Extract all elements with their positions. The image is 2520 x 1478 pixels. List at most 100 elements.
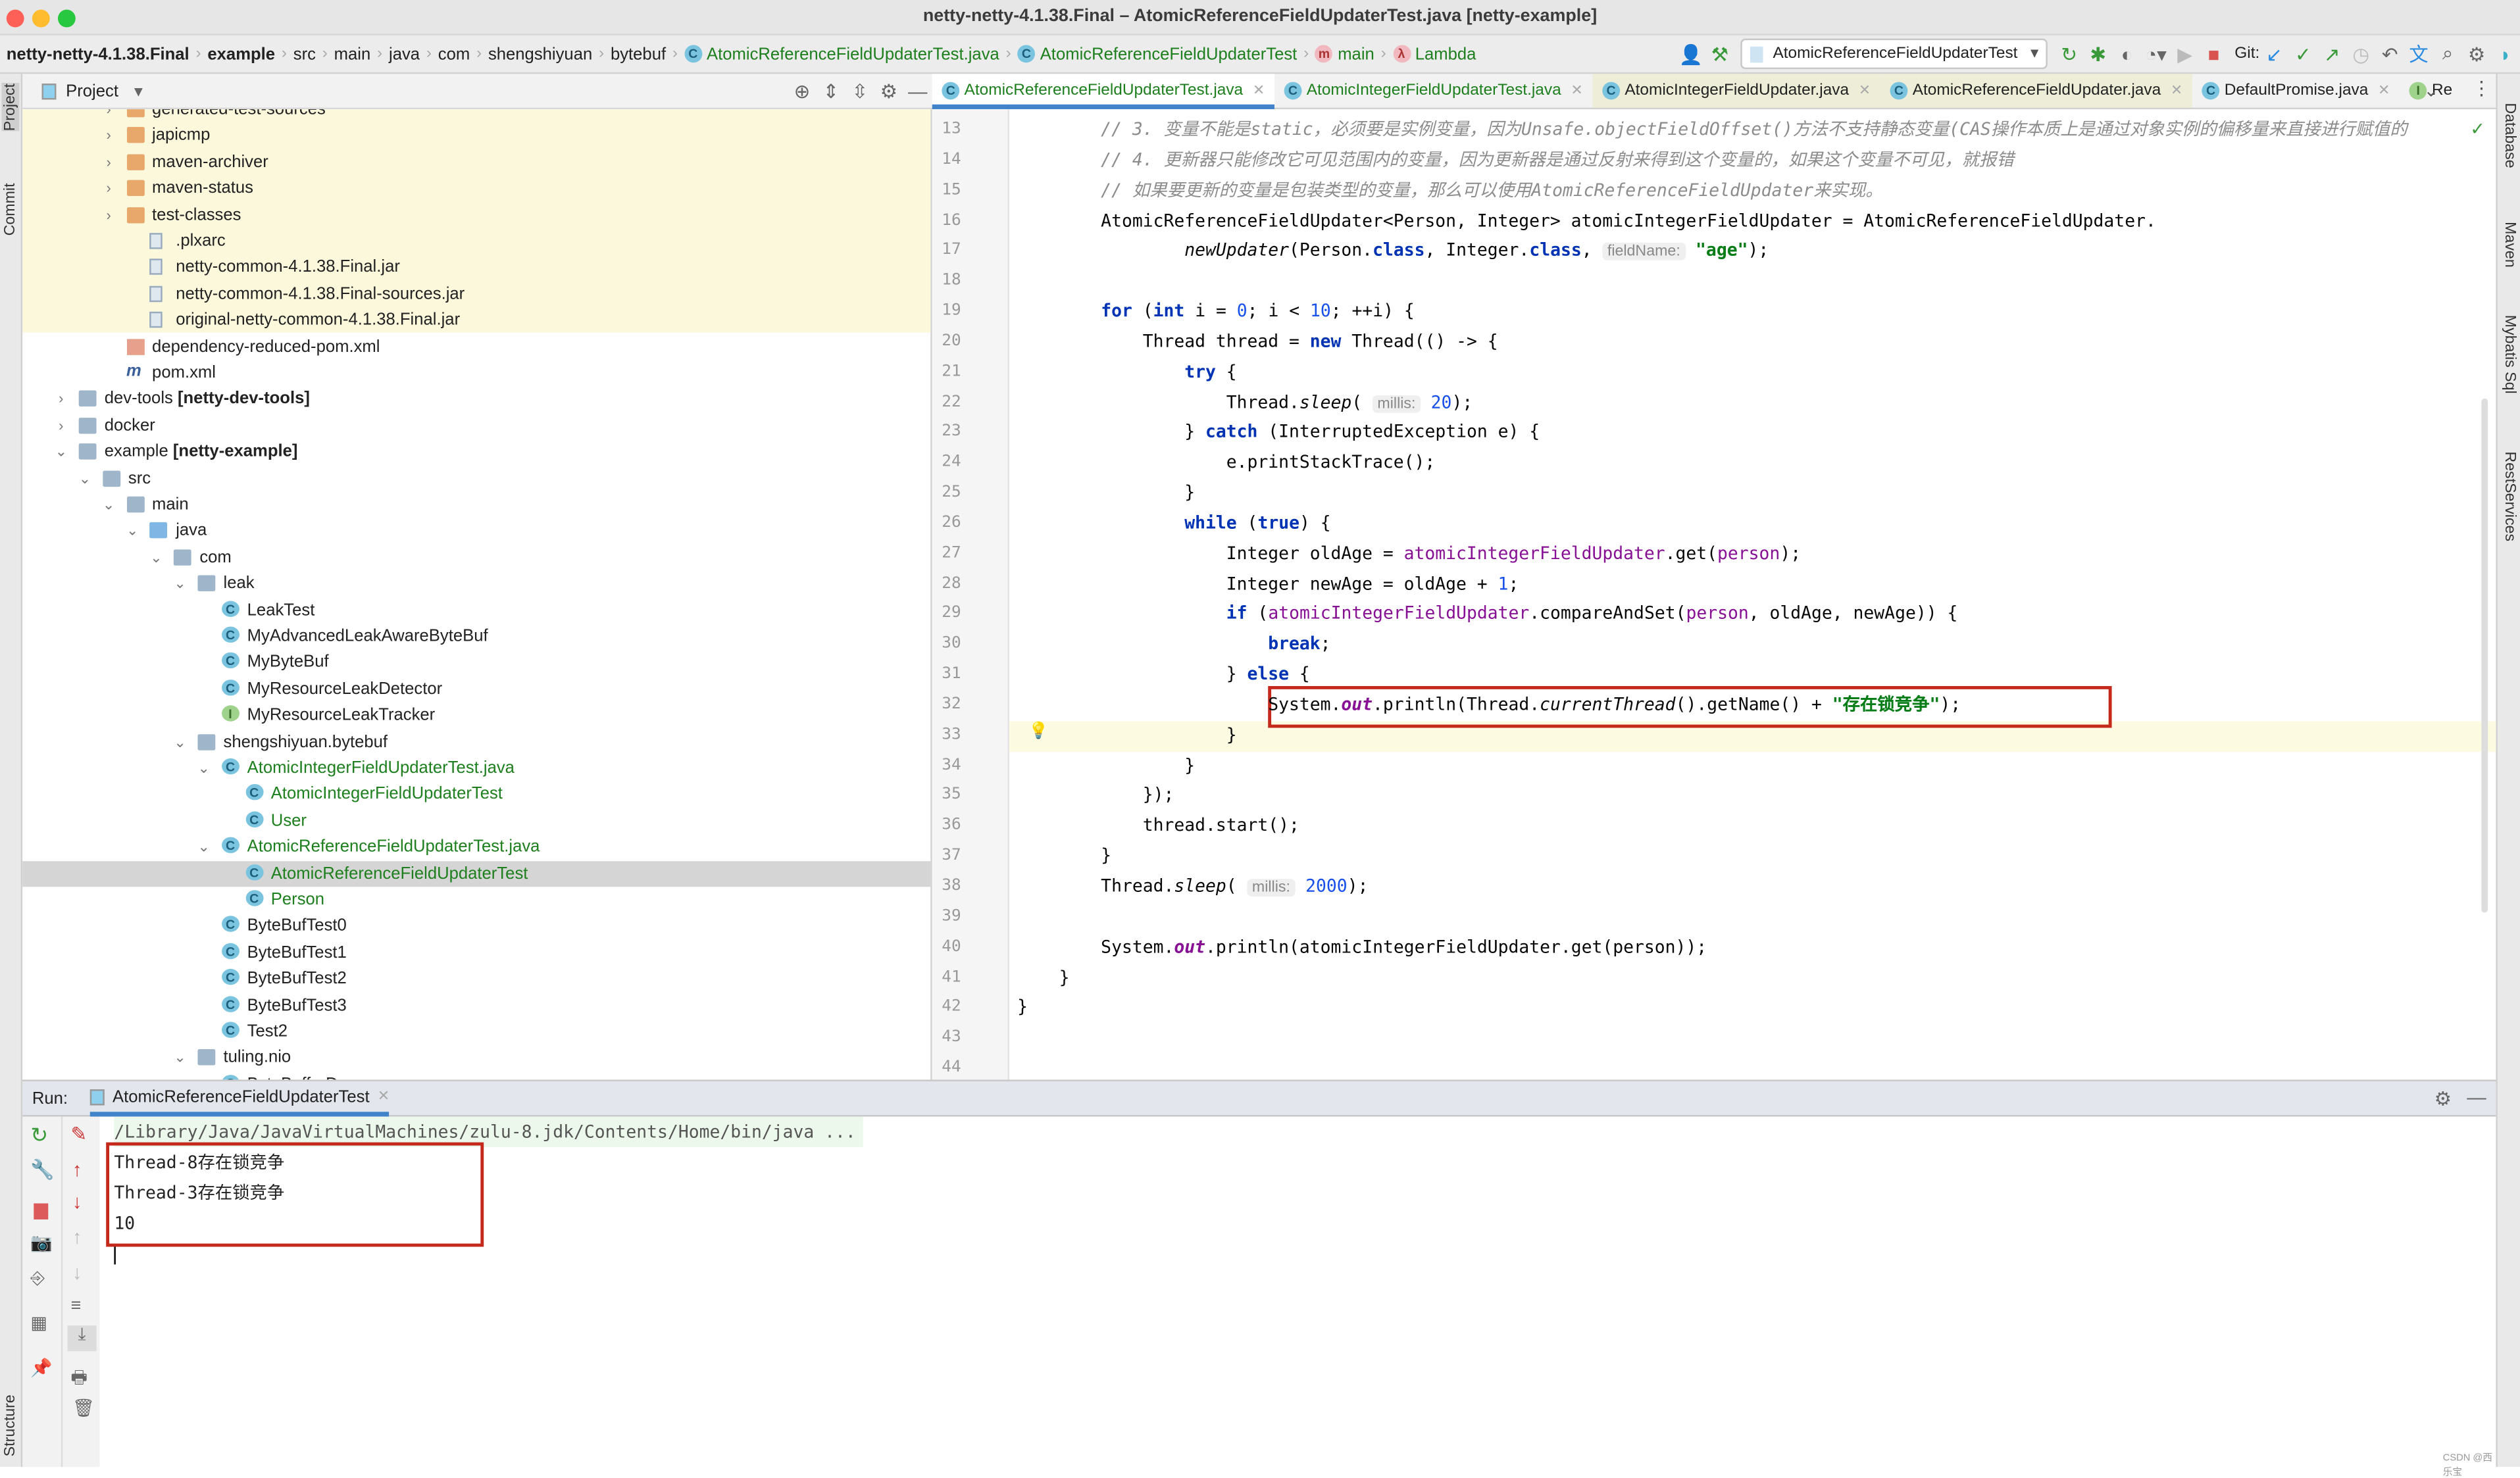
tree-item[interactable]: C LeakTest <box>22 597 930 624</box>
tree-item[interactable]: C ByteBufTest0 <box>22 913 930 939</box>
tree-item[interactable]: C Person <box>22 887 930 913</box>
editor-tab[interactable]: C AtomicReferenceFieldUpdater.java ✕ <box>1880 74 2192 108</box>
chevron-down-icon[interactable]: ⌄ <box>77 465 93 491</box>
editor-tab[interactable]: C AtomicIntegerFieldUpdater.java ✕ <box>1592 74 1880 108</box>
tree-item[interactable]: .plxarc <box>22 228 930 255</box>
tree-item[interactable]: › maven-status <box>22 176 930 202</box>
breadcrumb-bytebuf[interactable]: bytebuf <box>604 44 672 63</box>
tree-item[interactable]: C User <box>22 808 930 834</box>
tree-item[interactable]: ⌄ leak <box>22 571 930 597</box>
pin-icon[interactable]: 📌 <box>30 1358 52 1378</box>
stop-icon[interactable]: ■ <box>2200 43 2229 65</box>
tree-item[interactable]: m pom.xml <box>22 360 930 386</box>
tree-item[interactable]: C MyByteBuf <box>22 650 930 676</box>
tree-item[interactable]: netty-common-4.1.38.Final-sources.jar <box>22 281 930 307</box>
tree-item[interactable]: ⌄ tuling.nio <box>22 1045 930 1072</box>
scroll-down-icon[interactable]: ↓ <box>72 1261 82 1283</box>
plugin-logo-icon[interactable]: ◗ <box>2491 43 2520 65</box>
chevron-down-icon[interactable]: ▼ <box>132 83 146 99</box>
tree-item[interactable]: ⌄ example [netty-example] <box>22 439 930 465</box>
soft-wrap-icon[interactable]: ≡ <box>70 1296 81 1316</box>
chevron-down-icon[interactable]: ⌄ <box>172 729 188 755</box>
breadcrumb-src[interactable]: src <box>287 44 322 63</box>
tree-item[interactable]: dependency-reduced-pom.xml <box>22 333 930 360</box>
tab-list-chevron-icon[interactable]: ⌄ <box>2423 80 2438 101</box>
gear-icon[interactable]: ⚙ <box>2462 43 2491 65</box>
locate-file-icon[interactable]: ⊕ <box>788 80 817 102</box>
breadcrumb-project[interactable]: netty-netty-4.1.38.Final <box>0 44 195 63</box>
structure-tool-tab[interactable]: Structure <box>1 1394 19 1456</box>
editor-scrollbar[interactable] <box>2481 398 2488 913</box>
wrench-icon[interactable]: 🔧 <box>30 1158 55 1181</box>
hide-panel-icon[interactable]: — <box>2462 1086 2491 1108</box>
breadcrumb-main[interactable]: main <box>328 44 377 63</box>
expand-all-icon[interactable]: ⇕ <box>817 80 845 102</box>
breadcrumb-shengshiyuan[interactable]: shengshiyuan <box>482 44 599 63</box>
close-tab-icon[interactable]: ✕ <box>1859 82 1871 100</box>
tree-item[interactable]: C ByteBufTest2 <box>22 966 930 992</box>
gear-icon[interactable]: ⚙ <box>2429 1088 2457 1110</box>
tree-item[interactable]: ⌄ src <box>22 465 930 491</box>
run-configuration-select[interactable]: AtomicReferenceFieldUpdaterTest ▾ <box>1740 38 2048 70</box>
project-view-label[interactable]: Project <box>66 81 118 100</box>
chevron-down-icon[interactable]: ⌄ <box>124 518 140 544</box>
chevron-down-icon[interactable]: ⌄ <box>172 1045 188 1072</box>
tree-item[interactable]: C ByteBufferDemo <box>22 1072 930 1080</box>
layout-icon[interactable]: ▦ <box>30 1313 47 1333</box>
hide-panel-icon[interactable]: — <box>903 80 932 102</box>
build-hammer-icon[interactable]: ⚒ <box>1705 43 1734 65</box>
chevron-right-icon[interactable]: › <box>53 412 69 439</box>
down-arrow-icon[interactable]: ↓ <box>72 1191 82 1213</box>
tree-item[interactable]: C AtomicIntegerFieldUpdaterTest <box>22 781 930 808</box>
breadcrumb-com[interactable]: com <box>432 44 476 63</box>
chevron-down-icon[interactable]: ⌄ <box>101 491 116 518</box>
chevron-right-icon[interactable]: › <box>101 109 116 123</box>
editor-tab[interactable]: C DefaultPromise.java ✕ <box>2192 74 2400 107</box>
breadcrumb-module[interactable]: example <box>201 44 282 63</box>
clear-icon[interactable]: ✎ <box>70 1123 87 1145</box>
breadcrumb-class[interactable]: C AtomicReferenceFieldUpdaterTest <box>1011 44 1303 63</box>
restservices-tool-tab[interactable]: RestServices <box>2501 451 2519 541</box>
tree-item[interactable]: ⌄ C AtomicIntegerFieldUpdaterTest.java <box>22 755 930 781</box>
tree-item[interactable]: C MyAdvancedLeakAwareByteBuf <box>22 624 930 650</box>
mybatis-sql-tool-tab[interactable]: Mybatis Sql <box>2501 315 2519 394</box>
up-arrow-icon[interactable]: ↑ <box>72 1158 82 1181</box>
tree-item[interactable]: › dev-tools [netty-dev-tools] <box>22 386 930 412</box>
console-output[interactable]: /Library/Java/JavaVirtualMachines/zulu-8… <box>99 1116 2496 1478</box>
editor-tab[interactable]: C AtomicReferenceFieldUpdaterTest.java ✕ <box>932 74 1274 110</box>
rerun-icon[interactable]: ↻ <box>2055 43 2084 65</box>
commit-tool-tab[interactable]: Commit <box>1 183 19 235</box>
tree-item[interactable]: › generated-test-sources <box>22 109 930 123</box>
close-tab-icon[interactable]: ✕ <box>2171 82 2182 100</box>
database-tool-tab[interactable]: Database <box>2501 103 2519 168</box>
git-push-icon[interactable]: ↗ <box>2317 43 2346 65</box>
code-editor[interactable]: 💡 ✓ 13 // 3. 变量不能是static，必须要是实例变量，因为Unsa… <box>932 109 2496 1080</box>
close-tab-icon[interactable]: ✕ <box>2378 82 2390 100</box>
editor-tab[interactable]: C AtomicIntegerFieldUpdaterTest.java ✕ <box>1274 74 1593 107</box>
tree-item[interactable]: › maven-archiver <box>22 149 930 176</box>
git-update-icon[interactable]: ↙ <box>2259 43 2288 65</box>
print-icon[interactable]: 🖶 <box>70 1364 87 1394</box>
search-icon[interactable]: ⌕ <box>2433 42 2462 66</box>
stop-icon[interactable] <box>34 1203 49 1219</box>
chevron-down-icon[interactable]: ⌄ <box>196 755 212 781</box>
collapse-all-icon[interactable]: ⇳ <box>845 80 874 102</box>
scroll-to-end-icon[interactable]: ⤓ <box>67 1325 97 1352</box>
tree-item[interactable]: original-netty-common-4.1.38.Final.jar <box>22 307 930 333</box>
debug-icon[interactable]: ✱ <box>2084 43 2113 65</box>
breadcrumb-java[interactable]: java <box>382 44 426 63</box>
tree-item[interactable]: ⌄ java <box>22 518 930 544</box>
chevron-right-icon[interactable]: › <box>101 202 116 228</box>
tree-item[interactable]: › japicmp <box>22 123 930 149</box>
chevron-down-icon[interactable]: ⌄ <box>53 439 69 465</box>
tree-item[interactable]: › test-classes <box>22 202 930 228</box>
coverage-icon[interactable]: ◐ <box>2113 43 2142 65</box>
breadcrumb-file[interactable]: C AtomicReferenceFieldUpdaterTest.java <box>678 44 1006 63</box>
breadcrumb-method[interactable]: m main <box>1309 44 1380 63</box>
profile-icon[interactable]: ◔▾ <box>2142 43 2171 65</box>
close-tab-icon[interactable]: ✕ <box>1253 82 1265 100</box>
run-tab[interactable]: AtomicReferenceFieldUpdaterTest ✕ <box>89 1081 390 1117</box>
tree-item[interactable]: ⌄ shengshiyuan.bytebuf <box>22 729 930 755</box>
tree-item[interactable]: C MyResourceLeakDetector <box>22 676 930 702</box>
close-tab-icon[interactable]: ✕ <box>378 1088 390 1106</box>
